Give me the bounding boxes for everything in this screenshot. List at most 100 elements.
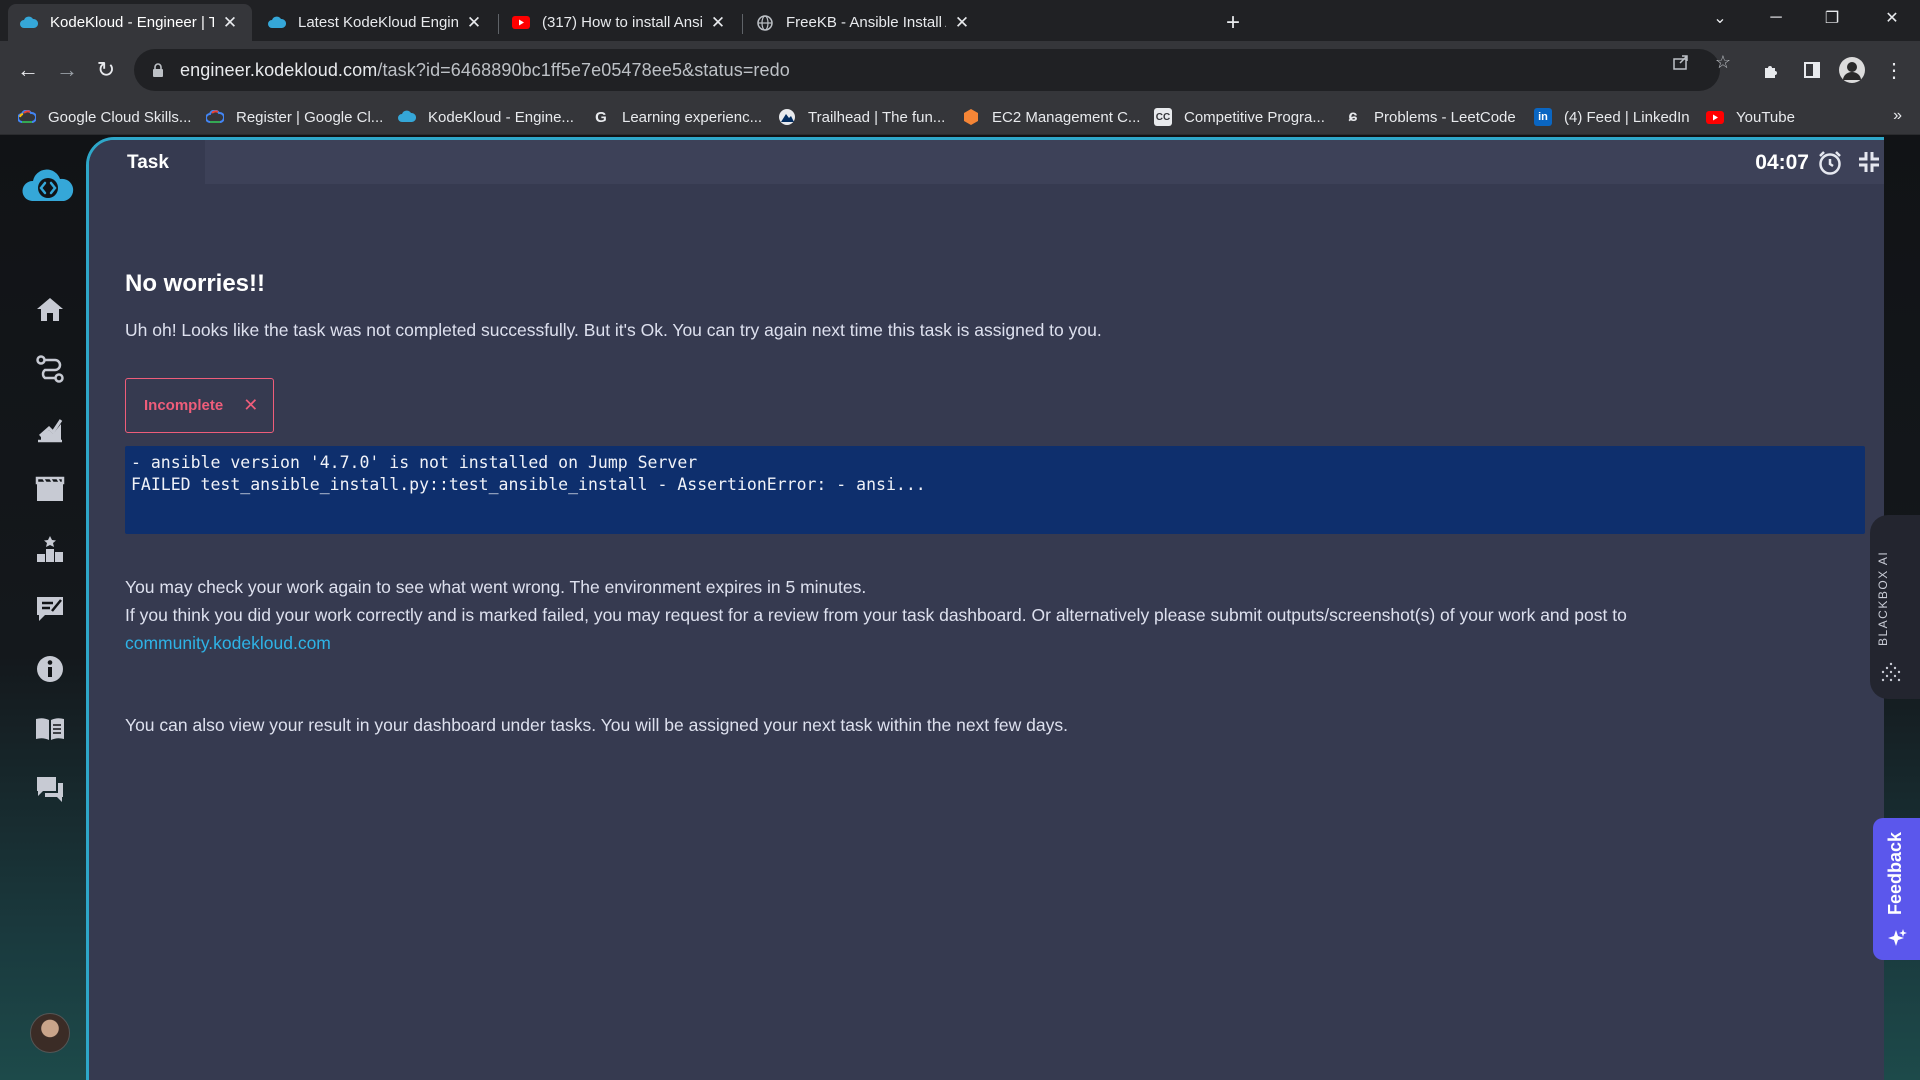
community-link[interactable]: community.kodekloud.com	[125, 633, 331, 654]
bookmark-label: (4) Feed | LinkedIn	[1564, 108, 1690, 126]
output-line: FAILED test_ansible_install.py::test_ans…	[131, 475, 926, 494]
minimize-icon[interactable]: ─	[1748, 0, 1804, 36]
close-window-icon[interactable]: ✕	[1864, 0, 1920, 36]
review-note-text: If you think you did your work correctly…	[125, 605, 1627, 625]
share-icon[interactable]	[1670, 51, 1692, 73]
extensions-icon[interactable]	[1756, 54, 1788, 86]
browser-tab-kodekloud-topics[interactable]: Latest KodeKloud Engineer topic ✕	[256, 4, 496, 41]
close-tab-icon[interactable]: ✕	[952, 13, 972, 33]
bookmark-item[interactable]: Register | Google Cl...	[206, 103, 383, 131]
collapse-icon[interactable]	[1857, 150, 1881, 174]
close-icon: ✕	[243, 395, 259, 415]
home-icon[interactable]	[30, 289, 70, 329]
bookmarks-bar: Google Cloud Skills... Register | Google…	[0, 99, 1920, 135]
feedback-button[interactable]: Feedback	[1873, 818, 1920, 960]
google-icon: G	[595, 108, 607, 126]
tab-title: KodeKloud - Engineer | Task	[50, 14, 214, 31]
feedback-label: Feedback	[1885, 832, 1905, 916]
lock-icon	[153, 63, 163, 77]
output-line: - ansible version '4.7.0' is not install…	[131, 453, 698, 472]
movie-icon[interactable]	[30, 469, 70, 509]
progress-icon[interactable]	[30, 409, 70, 449]
bookmark-star-icon[interactable]: ☆	[1712, 51, 1734, 73]
chrome-menu-icon[interactable]: ⋮	[1878, 54, 1910, 86]
url-path: /task?id=6468890bc1ff5e7e05478ee5&status…	[377, 59, 790, 80]
trailhead-icon	[778, 108, 796, 126]
blackbox-ai-widget[interactable]: BLACKBOX AI	[1870, 515, 1920, 699]
info-icon[interactable]	[30, 649, 70, 689]
page-title: No worries!!	[125, 270, 266, 297]
new-tab-button[interactable]: +	[1218, 8, 1248, 38]
sparkle-icon	[1888, 929, 1907, 946]
close-tab-icon[interactable]: ✕	[708, 13, 728, 33]
browser-tab-kodekloud-task[interactable]: KodeKloud - Engineer | Task ✕	[8, 4, 252, 41]
tab-task[interactable]: Task	[89, 140, 205, 184]
panel-header: Task 04:07	[89, 140, 1884, 184]
linkedin-icon: in	[1534, 108, 1552, 126]
user-avatar[interactable]	[30, 1013, 70, 1053]
bookmark-label: Competitive Progra...	[1184, 108, 1325, 126]
bookmark-item[interactable]: CC Competitive Progra...	[1154, 103, 1325, 131]
tab-separator	[742, 14, 743, 34]
bookmark-item[interactable]: G Learning experienc...	[592, 103, 762, 131]
kodekloud-logo[interactable]	[20, 167, 76, 207]
address-bar[interactable]: engineer.kodekloud.com/task?id=6468890bc…	[134, 49, 1720, 91]
bookmark-item[interactable]: in (4) Feed | LinkedIn	[1534, 103, 1690, 131]
restore-icon[interactable]: ❐	[1804, 0, 1860, 36]
reload-icon[interactable]: ↻	[90, 54, 122, 86]
tab-title: Latest KodeKloud Engineer topic	[298, 14, 458, 31]
feedback-icon[interactable]	[30, 589, 70, 629]
dashboard-note-text: You can also view your result in your da…	[125, 715, 1068, 735]
blackbox-label: BLACKBOX AI	[1876, 550, 1890, 646]
forward-icon[interactable]: →	[51, 54, 83, 86]
kodekloud-icon	[20, 14, 38, 32]
close-tab-icon[interactable]: ✕	[464, 13, 484, 33]
side-panel-icon[interactable]	[1796, 54, 1828, 86]
chat-icon[interactable]	[30, 769, 70, 809]
bookmark-label: Problems - LeetCode	[1374, 108, 1516, 126]
youtube-icon	[1706, 108, 1724, 126]
test-output: - ansible version '4.7.0' is not install…	[125, 446, 1865, 534]
bookmark-item[interactable]: EC2 Management C...	[962, 103, 1140, 131]
bookmark-label: Learning experienc...	[622, 108, 763, 126]
status-badge: Incomplete ✕	[125, 378, 274, 433]
tab-search-icon[interactable]: ⌄	[1692, 0, 1748, 36]
browser-tab-freekb[interactable]: FreeKB - Ansible Install Ansible o ✕	[744, 4, 984, 41]
status-label: Incomplete	[144, 397, 224, 414]
aws-icon	[962, 108, 980, 126]
profile-avatar[interactable]	[1836, 54, 1868, 86]
bookmark-item[interactable]: KodeKloud - Engine...	[398, 103, 574, 131]
bookmark-label: KodeKloud - Engine...	[428, 108, 574, 126]
book-icon[interactable]	[30, 709, 70, 749]
left-sidebar	[0, 135, 90, 1080]
url-host: engineer.kodekloud.com	[180, 59, 378, 80]
bookmark-item[interactable]: Trailhead | The fun...	[778, 103, 945, 131]
codechef-icon: CC	[1154, 108, 1172, 126]
path-icon[interactable]	[30, 349, 70, 389]
bookmark-label: YouTube	[1736, 108, 1795, 126]
browser-tab-strip: KodeKloud - Engineer | Task ✕ Latest Kod…	[0, 0, 1920, 41]
bookmark-item[interactable]: ɕ Problems - LeetCode	[1344, 103, 1516, 131]
blackbox-dots-icon	[1881, 662, 1901, 682]
kodekloud-page: Task 04:07 No worries!! Uh oh! Looks lik…	[0, 135, 1920, 1080]
bookmark-label: EC2 Management C...	[992, 108, 1141, 126]
bookmark-item[interactable]: Google Cloud Skills...	[18, 103, 191, 131]
result-message: Uh oh! Looks like the task was not compl…	[125, 320, 1102, 340]
google-cloud-icon	[18, 108, 36, 126]
browser-tab-youtube[interactable]: (317) How to install Ansible with ✕	[500, 4, 740, 41]
kodekloud-icon	[398, 108, 416, 126]
close-tab-icon[interactable]: ✕	[220, 13, 240, 33]
tab-title: (317) How to install Ansible with	[542, 14, 702, 31]
bookmark-label: Trailhead | The fun...	[808, 108, 946, 126]
task-panel: Task 04:07 No worries!! Uh oh! Looks lik…	[86, 137, 1884, 1080]
tab-separator	[498, 14, 499, 34]
globe-icon	[756, 14, 774, 32]
bookmark-item[interactable]: YouTube	[1706, 103, 1795, 131]
leetcode-icon: ɕ	[1348, 108, 1358, 125]
youtube-icon	[512, 14, 530, 32]
leaderboard-icon[interactable]	[30, 529, 70, 569]
browser-toolbar: ← → ↻ engineer.kodekloud.com/task?id=646…	[0, 41, 1920, 99]
tab-title: FreeKB - Ansible Install Ansible o	[786, 14, 946, 31]
back-icon[interactable]: ←	[12, 54, 44, 86]
more-bookmarks-icon[interactable]: »	[1893, 107, 1902, 125]
